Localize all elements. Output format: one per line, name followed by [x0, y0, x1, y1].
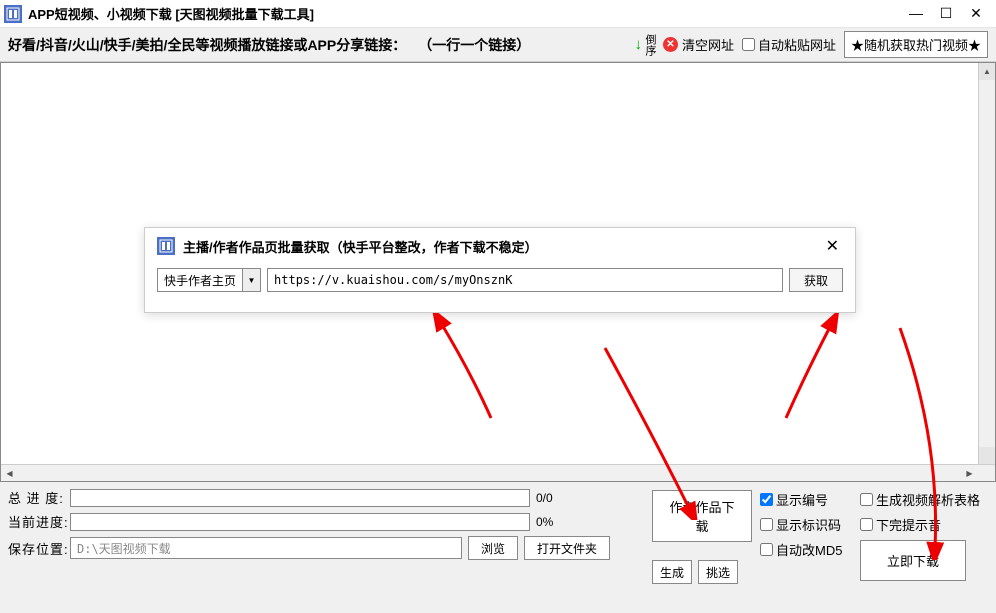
clear-urls-button[interactable]: ✕ 清空网址 — [663, 35, 734, 54]
random-hot-button[interactable]: ★随机获取热门视频★ — [844, 31, 988, 58]
done-notify-checkbox[interactable]: 下完提示音 — [860, 515, 988, 534]
browse-button[interactable]: 浏览 — [468, 536, 518, 560]
auto-md5-checkbox[interactable]: 自动改MD5 — [760, 540, 852, 559]
download-now-button[interactable]: 立即下载 — [860, 540, 966, 581]
show-id-label: 显示标识码 — [776, 515, 841, 534]
chevron-down-icon: ▼ — [242, 269, 260, 291]
window-title: APP短视频、小视频下载 [天图视频批量下载工具] — [28, 4, 908, 23]
show-number-label: 显示编号 — [776, 490, 828, 509]
save-path-label: 保存位置: — [8, 539, 64, 558]
author-download-button[interactable]: 作者作品下载 — [652, 490, 752, 542]
toolbar-hint: （一行一个链接） — [418, 35, 530, 55]
arrow-down-icon: ↓ — [634, 36, 642, 53]
titlebar: APP短视频、小视频下载 [天图视频批量下载工具] — ☐ ✕ — [0, 0, 996, 28]
platform-select[interactable]: 快手作者主页 ▼ — [157, 268, 261, 292]
gen-parse-table-checkbox[interactable]: 生成视频解析表格 — [860, 490, 988, 509]
app-icon — [4, 5, 22, 23]
reverse-sort-button[interactable]: ↓ 倒序 — [634, 34, 655, 56]
dialog-close-button[interactable]: ✕ — [822, 236, 843, 256]
maximize-button[interactable]: ☐ — [938, 5, 954, 22]
gen-parse-table-input[interactable] — [860, 493, 873, 506]
annotation-arrow-icon — [431, 313, 501, 423]
horizontal-scrollbar[interactable]: ◀ ▶ — [1, 464, 995, 481]
open-folder-button[interactable]: 打开文件夹 — [524, 536, 610, 560]
sort-label: 倒序 — [644, 34, 655, 56]
dialog-icon — [157, 237, 175, 255]
window-controls: — ☐ ✕ — [908, 5, 992, 22]
vertical-scrollbar[interactable]: ▲ ▼ — [978, 63, 995, 464]
auto-paste-checkbox[interactable]: 自动粘贴网址 — [742, 35, 836, 54]
dialog-title: 主播/作者作品页批量获取（快手平台整改，作者下载不稳定） — [183, 237, 822, 256]
close-button[interactable]: ✕ — [968, 5, 984, 22]
gen-parse-table-label: 生成视频解析表格 — [876, 490, 980, 509]
show-id-checkbox[interactable]: 显示标识码 — [760, 515, 852, 534]
scroll-right-icon[interactable]: ▶ — [961, 465, 978, 481]
total-progress-label: 总 进 度: — [8, 488, 64, 507]
pick-button[interactable]: 挑选 — [698, 560, 738, 584]
show-number-input[interactable] — [760, 493, 773, 506]
auto-md5-label: 自动改MD5 — [776, 540, 842, 559]
bottom-panel: 总 进 度: 0/0 当前进度: 0% 保存位置: 浏览 打开文件夹 作者作品下… — [0, 482, 996, 613]
toolbar-label: 好看/抖音/火山/快手/美拍/全民等视频播放链接或APP分享链接： — [8, 35, 406, 55]
scroll-down-icon[interactable]: ▼ — [979, 447, 995, 464]
scroll-up-icon[interactable]: ▲ — [979, 63, 995, 80]
total-progress-bar — [70, 489, 530, 507]
author-url-input[interactable] — [267, 268, 783, 292]
save-path-input[interactable] — [70, 537, 462, 559]
auto-paste-input[interactable] — [742, 38, 755, 51]
platform-select-value: 快手作者主页 — [158, 272, 242, 289]
toolbar: 好看/抖音/火山/快手/美拍/全民等视频播放链接或APP分享链接： （一行一个链… — [0, 28, 996, 62]
clear-label: 清空网址 — [682, 35, 734, 54]
annotation-arrow-icon — [776, 313, 846, 423]
auto-paste-label: 自动粘贴网址 — [758, 35, 836, 54]
author-fetch-dialog: 主播/作者作品页批量获取（快手平台整改，作者下载不稳定） ✕ 快手作者主页 ▼ … — [144, 227, 856, 313]
url-textarea[interactable]: ▲ ▼ ◀ ▶ 主播/作者作品页批量获取（快手平台整改，作者下载不稳定） ✕ 快… — [0, 62, 996, 482]
done-notify-label: 下完提示音 — [876, 515, 941, 534]
minimize-button[interactable]: — — [908, 5, 924, 22]
dialog-header: 主播/作者作品页批量获取（快手平台整改，作者下载不稳定） ✕ — [145, 228, 855, 262]
current-progress-label: 当前进度: — [8, 512, 64, 531]
show-id-input[interactable] — [760, 518, 773, 531]
fetch-button[interactable]: 获取 — [789, 268, 843, 292]
current-progress-text: 0% — [536, 515, 566, 529]
total-progress-text: 0/0 — [536, 491, 566, 505]
clear-icon: ✕ — [663, 37, 678, 52]
done-notify-input[interactable] — [860, 518, 873, 531]
dialog-body: 快手作者主页 ▼ 获取 — [145, 262, 855, 298]
auto-md5-input[interactable] — [760, 543, 773, 556]
generate-button[interactable]: 生成 — [652, 560, 692, 584]
current-progress-bar — [70, 513, 530, 531]
scroll-left-icon[interactable]: ◀ — [1, 465, 18, 481]
show-number-checkbox[interactable]: 显示编号 — [760, 490, 852, 509]
